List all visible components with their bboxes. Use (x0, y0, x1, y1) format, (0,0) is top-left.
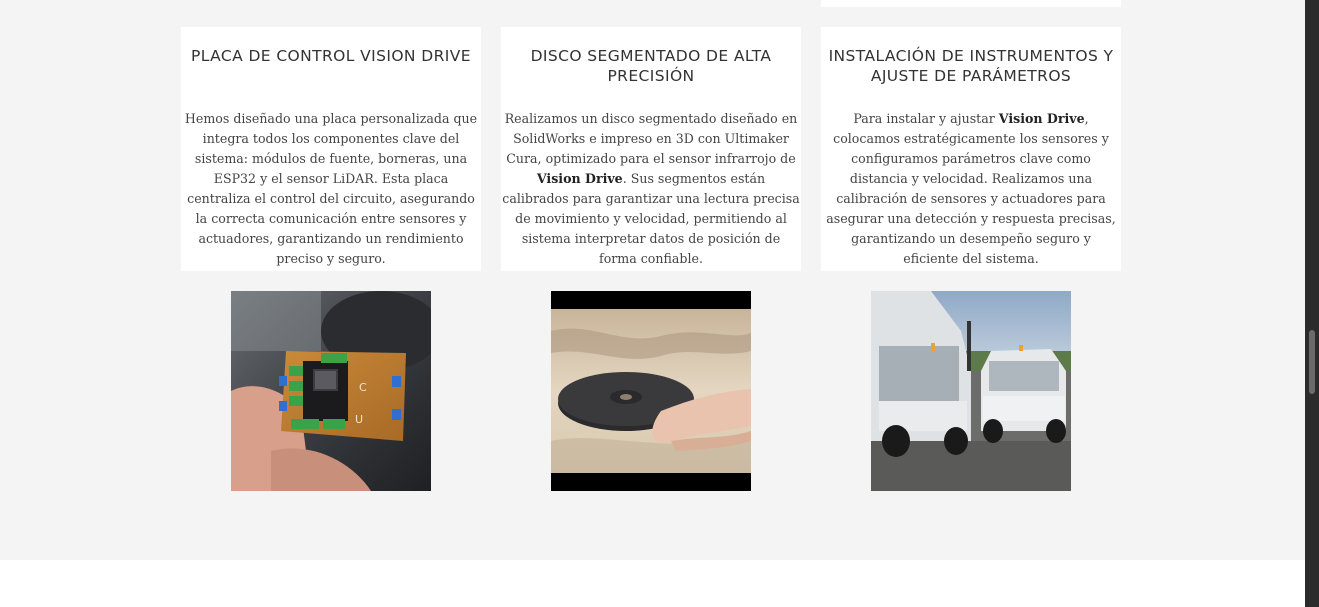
card-title: PLACA DE CONTROL VISION DRIVE (191, 47, 471, 65)
page-scrollbar[interactable] (1305, 0, 1319, 607)
card-title: INSTALACIÓN DE INSTRUMENTOS Y AJUSTE DE … (828, 47, 1114, 85)
card-instrument-installation: INSTALACIÓN DE INSTRUMENTOS Y AJUSTE DE … (821, 27, 1121, 271)
text-part: Para instalar y ajustar (853, 111, 999, 126)
card-segmented-disc: DISCO SEGMENTADO DE ALTA PRECISIÓN Reali… (501, 27, 801, 271)
pcb-label-c: C (359, 381, 367, 394)
brand-name: Vision Drive (536, 171, 623, 186)
scrollbar-thumb[interactable] (1309, 330, 1315, 394)
pcb-label-u: U (355, 413, 363, 426)
card-text: Para instalar y ajustar Vision Drive, co… (821, 109, 1121, 269)
previous-card-bottom (821, 0, 1121, 7)
text-part: Realizamos un disco segmentado diseñado … (504, 111, 798, 166)
text-part: , colocamos estratégicamente los sensore… (826, 111, 1116, 266)
card-title: DISCO SEGMENTADO DE ALTA PRECISIÓN (530, 47, 772, 85)
card-text: Realizamos un disco segmentado diseñado … (501, 109, 801, 269)
next-section (0, 560, 1305, 607)
golf-carts-photo (871, 291, 1071, 491)
segmented-disc-photo (551, 291, 751, 491)
page: PLACA DE CONTROL VISION DRIVE Hemos dise… (0, 0, 1305, 607)
card-control-board: PLACA DE CONTROL VISION DRIVE Hemos dise… (181, 27, 481, 271)
card-text: Hemos diseñado una placa personalizada q… (184, 111, 478, 266)
brand-name: Vision Drive (998, 111, 1085, 126)
control-board-photo: C U (231, 291, 431, 491)
